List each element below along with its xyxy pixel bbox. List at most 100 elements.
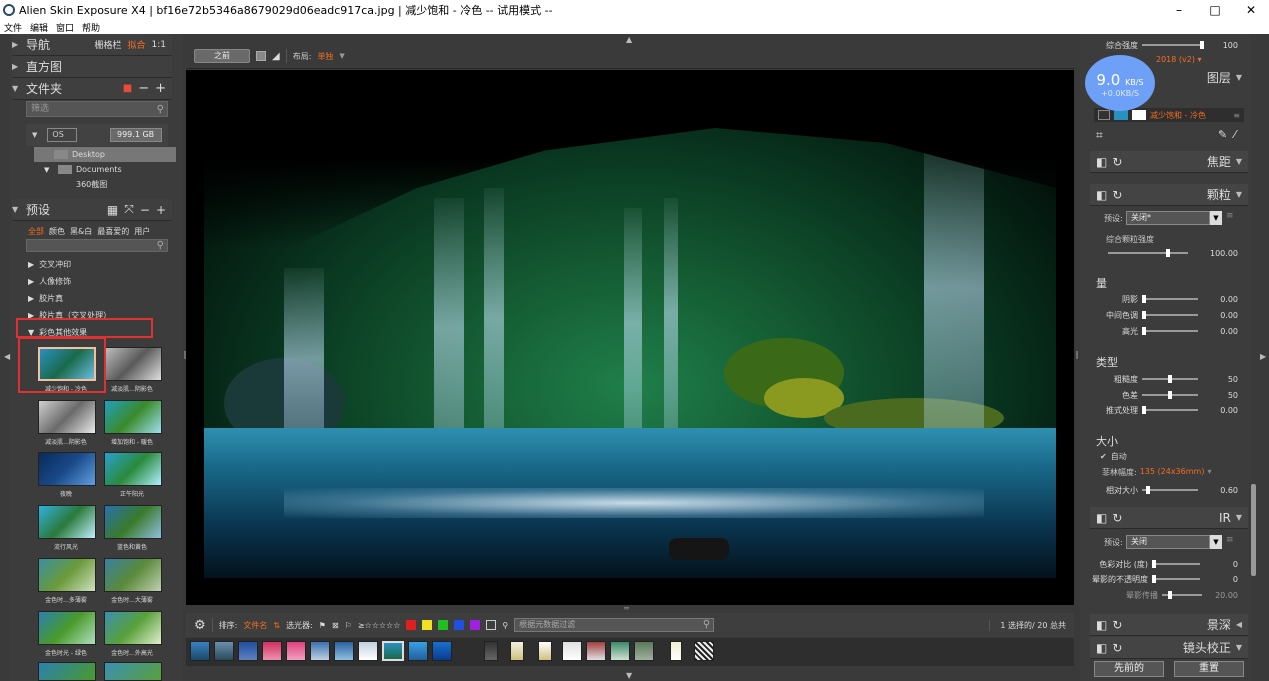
layout-dropdown[interactable]: 单独 [317,51,333,62]
grain-strength-slider[interactable]: 100.00 [1090,246,1246,260]
reset-icon[interactable]: ↻ [1112,618,1122,632]
layer-menu-icon[interactable]: ≡ [1233,111,1244,120]
folders-header[interactable]: ▼ 文件夹 ■ − + [12,78,172,100]
filmstrip-thumbnail[interactable] [408,641,428,661]
preset-thumbnail[interactable] [104,505,162,539]
filmstrip-thumbnail[interactable] [310,641,330,661]
panel-toggle-icon[interactable]: ◧ [1096,618,1107,632]
color-label-green[interactable] [438,620,449,630]
grain-panel-header[interactable]: ◧ ↻ 颗粒 ▼ [1090,184,1248,206]
brush-icon[interactable]: ✎ [1218,128,1227,141]
preset-search-input[interactable]: ⚲ [26,239,168,252]
panel-toggle-icon[interactable]: ◧ [1096,155,1107,169]
version-dropdown[interactable]: 2018 (v2) ▾ [1156,55,1202,64]
filmstrip-thumbnail[interactable] [538,641,552,661]
midtones-slider[interactable]: 中间色调 0.00 [1090,308,1246,322]
filmstrip-thumbnail[interactable] [510,641,524,661]
preset-thumbnail[interactable] [38,400,96,434]
filmstrip-thumbnail[interactable] [286,641,306,661]
reset-button[interactable]: 重置 [1174,661,1244,677]
grid-zoom-option[interactable]: 栅格栏 [94,38,121,51]
filmstrip-thumbnail[interactable] [238,641,258,661]
preset-thumbnail[interactable] [38,611,96,645]
before-button[interactable]: 之前 [194,49,250,63]
halo-opacity-slider[interactable]: 晕影的不透明度 0 [1090,572,1246,586]
navigation-header[interactable]: ▶ 导航 栅格栏 拟合 1:1 [12,34,172,56]
unflag-icon[interactable]: ⚐ [345,621,352,630]
folder-filter-input[interactable]: 筛选 ⚲ [26,101,168,117]
preset-thumbnail[interactable] [104,558,162,592]
previous-button[interactable]: 先前的 [1094,661,1164,677]
panel-toggle-icon[interactable]: ◧ [1096,511,1107,525]
push-slider[interactable]: 推式处理 0.00 [1090,403,1246,417]
color-label-blue[interactable] [454,620,465,630]
grid-view-icon[interactable]: ▦ [107,203,118,217]
collapse-right-panel-icon[interactable]: ▶ [1260,352,1266,361]
reset-icon[interactable]: ↻ [1112,641,1122,655]
ir-preset-dropdown[interactable]: 关闭 [1126,535,1210,549]
preset-thumbnail[interactable] [38,662,96,681]
reset-icon[interactable]: ↻ [1112,155,1122,169]
fit-zoom-option[interactable]: 拟合 [128,38,146,51]
filmstrip-thumbnail[interactable] [484,641,498,661]
collapse-bottom-icon[interactable]: ▼ [626,671,632,680]
filmstrip-thumbnail[interactable] [562,641,582,661]
remove-preset-icon[interactable]: − [140,203,150,217]
metadata-filter-icon[interactable]: ⚲ [502,621,508,630]
preset-thumbnail[interactable] [104,400,162,434]
minimize-button[interactable]: – [1161,3,1197,17]
preset-menu-icon[interactable]: ≡ [1226,211,1234,221]
ir-panel-header[interactable]: ◧ ↻ IR ▼ [1090,507,1248,529]
drive-row[interactable]: ▼ OS 999.1 GB [26,124,168,146]
filmstrip-thumbnail[interactable] [214,641,234,661]
metadata-search-input[interactable]: 根据元数据过滤 ⚲ [514,618,715,632]
filmstrip-thumbnail[interactable] [190,641,210,661]
compare-toggle[interactable] [256,51,266,61]
tab-bw[interactable]: 黑&白 [70,226,92,237]
tab-user[interactable]: 用户 [134,226,150,237]
tree-item-documents[interactable]: ▼ Documents [44,162,186,177]
chevron-down-icon[interactable]: ▼ [1210,211,1222,225]
filmstrip-thumbnail[interactable] [694,641,714,661]
preset-thumbnail[interactable] [38,452,96,486]
image-viewport[interactable] [186,70,1074,605]
menu-file[interactable]: 文件 [4,21,22,34]
preset-category-cross[interactable]: ▶ 交叉冲印 [26,256,168,272]
lens-panel-header[interactable]: ◧ ↻ 镜头校正 ▼ [1090,637,1248,659]
one-to-one-zoom-option[interactable]: 1:1 [152,40,166,50]
sort-dropdown[interactable]: 文件名 [243,620,267,631]
tree-item-desktop[interactable]: Desktop [34,147,176,162]
filmstrip-thumbnail[interactable] [610,641,630,661]
folder-sync-icon[interactable]: ■ [123,83,132,94]
star-rating-filter[interactable]: ≥☆☆☆☆☆ [358,621,401,630]
color-label-yellow[interactable] [422,620,433,630]
menu-help[interactable]: 帮助 [82,21,100,34]
menu-window[interactable]: 窗口 [56,21,74,34]
histogram-header[interactable]: ▶ 直方图 [12,56,172,78]
preset-thumbnail[interactable] [104,611,162,645]
gear-icon[interactable]: ⚙ [194,618,206,633]
auto-checkbox[interactable]: ✔ 自动 [1100,451,1127,462]
filmstrip-thumbnail[interactable] [334,641,354,661]
right-panel-resize-handle[interactable]: ‖ [1075,350,1079,359]
preset-category-portrait[interactable]: ▶ 人像修饰 [26,273,168,289]
color-label-red[interactable] [406,620,417,630]
filmstrip-thumbnail[interactable] [358,641,378,661]
remove-folder-icon[interactable]: − [138,81,149,96]
shrink-icon[interactable]: ⤧ [124,202,134,217]
color-diff-slider[interactable]: 色差 50 [1090,388,1246,402]
filmstrip-thumbnail-selected[interactable] [382,641,404,661]
filmstrip-thumbnail[interactable] [432,641,452,661]
preset-thumbnail[interactable] [104,347,162,381]
grain-preset-dropdown[interactable]: 关闭* [1126,211,1210,225]
eraser-icon[interactable]: ⁄ [1234,128,1236,141]
preset-thumbnail[interactable] [104,662,162,681]
reset-icon[interactable]: ↻ [1112,511,1122,525]
shadows-slider[interactable]: 阴影 0.00 [1090,292,1246,306]
color-label-purple[interactable] [470,620,481,630]
menu-edit[interactable]: 编辑 [30,21,48,34]
panel-toggle-icon[interactable]: ◧ [1096,188,1107,202]
crop-icon[interactable]: ⌗ [1096,128,1103,143]
preset-thumbnail[interactable] [38,558,96,592]
presets-header[interactable]: ▼ 预设 ▦ ⤧ − + [12,199,172,221]
